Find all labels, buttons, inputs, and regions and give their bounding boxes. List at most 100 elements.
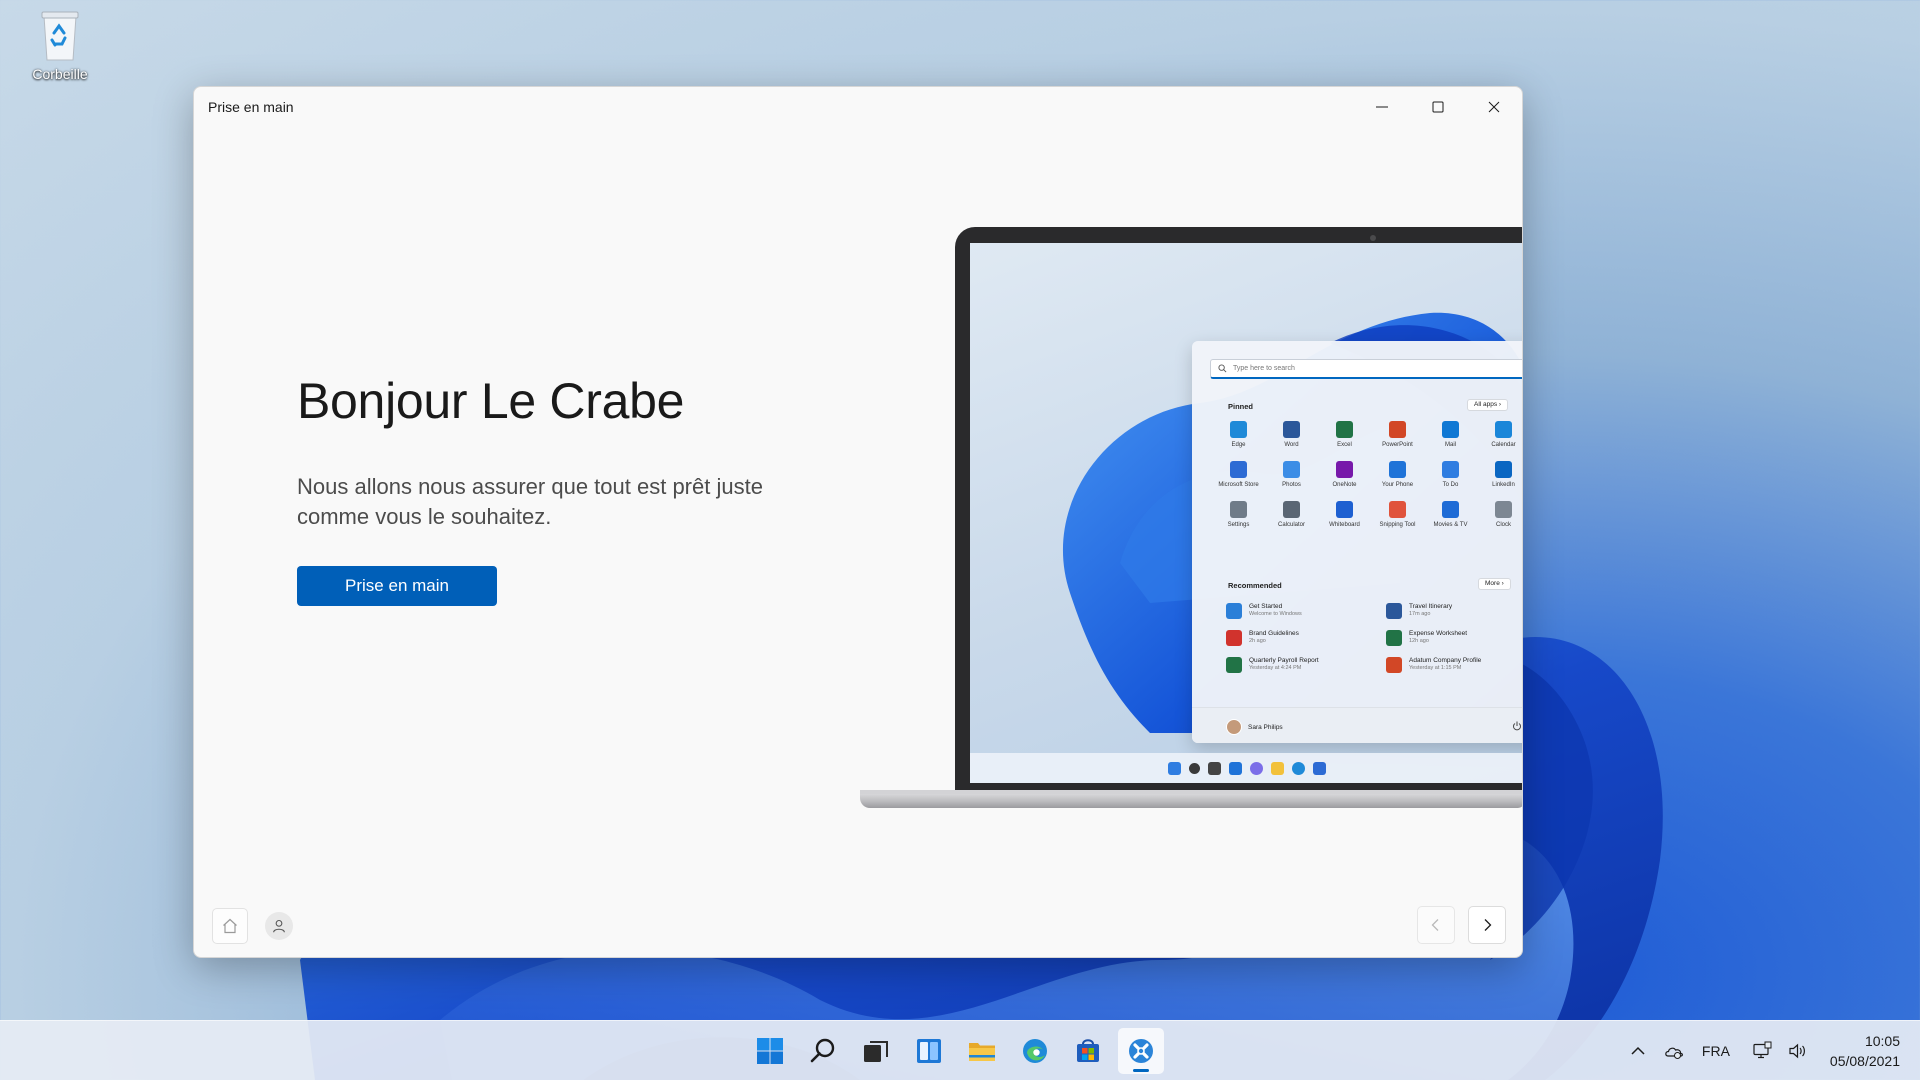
widgets-icon bbox=[917, 1039, 941, 1063]
mock-store-icon bbox=[1313, 761, 1326, 775]
recommended-list: Get Started Welcome to Windows Travel Itin… bbox=[1226, 603, 1522, 673]
widgets-button[interactable] bbox=[906, 1028, 952, 1074]
taskbar-apps bbox=[747, 1028, 1164, 1074]
pinned-heading: Pinned bbox=[1228, 402, 1254, 411]
pinned-app-name: Clock bbox=[1495, 522, 1511, 528]
app-tile-icon bbox=[1389, 501, 1406, 518]
mock-widgets-icon bbox=[1229, 761, 1242, 775]
store-button[interactable] bbox=[1065, 1028, 1111, 1074]
app-tile-icon bbox=[1389, 421, 1406, 438]
pinned-app-name: Settings bbox=[1227, 522, 1250, 528]
chevron-right-icon bbox=[1484, 919, 1492, 931]
mock-user: Sara Philips bbox=[1226, 719, 1283, 735]
app-tile-icon bbox=[1442, 501, 1459, 518]
get-started-button[interactable]: Prise en main bbox=[297, 566, 497, 606]
network-icon bbox=[1753, 1041, 1772, 1059]
file-explorer-button[interactable] bbox=[959, 1028, 1005, 1074]
file-icon bbox=[1386, 603, 1402, 619]
more-chip: More › bbox=[1478, 578, 1511, 590]
mock-chat-icon bbox=[1250, 761, 1263, 775]
pinned-app: Your Phone bbox=[1371, 461, 1424, 488]
minimize-button[interactable] bbox=[1354, 87, 1410, 127]
account-button[interactable] bbox=[261, 908, 297, 944]
app-tile-icon bbox=[1495, 461, 1512, 478]
app-tile-icon bbox=[1495, 421, 1512, 438]
recommended-title: Quarterly Payroll Report bbox=[1249, 657, 1319, 664]
file-icon bbox=[1226, 657, 1242, 673]
avatar bbox=[1226, 719, 1242, 735]
edge-icon bbox=[1023, 1039, 1047, 1063]
recommended-subtitle: 2h ago bbox=[1249, 638, 1266, 644]
recycle-bin-shortcut[interactable]: Corbeille bbox=[18, 8, 102, 82]
previous-button[interactable] bbox=[1417, 906, 1455, 944]
pinned-app: Edge bbox=[1212, 421, 1265, 448]
title-bar[interactable]: Prise en main bbox=[194, 87, 1522, 127]
task-view-button[interactable] bbox=[853, 1028, 899, 1074]
mock-start-icon bbox=[1168, 761, 1181, 775]
start-button[interactable] bbox=[747, 1028, 793, 1074]
mock-folder-icon bbox=[1271, 761, 1284, 775]
mock-search-icon bbox=[1189, 762, 1200, 774]
search-button[interactable] bbox=[800, 1028, 846, 1074]
pinned-app: Clock bbox=[1477, 501, 1522, 528]
pinned-app: Microsoft Store bbox=[1212, 461, 1265, 488]
pinned-app: Mail bbox=[1424, 421, 1477, 448]
account-avatar bbox=[265, 912, 293, 940]
pinned-app-name: Calculator bbox=[1277, 522, 1305, 528]
all-apps-chip: All apps › bbox=[1467, 399, 1509, 411]
pinned-app: Whiteboard bbox=[1318, 501, 1371, 528]
search-icon bbox=[1218, 364, 1227, 373]
app-tile-icon bbox=[1283, 501, 1300, 518]
pinned-app: LinkedIn bbox=[1477, 461, 1522, 488]
mock-edge-icon bbox=[1292, 761, 1305, 775]
app-tile-icon bbox=[1283, 421, 1300, 438]
pinned-app-name: Edge bbox=[1231, 442, 1246, 448]
pinned-app-name: To Do bbox=[1442, 482, 1459, 488]
get-started-window: Prise en main Bonjour Le Crabe Nous allo… bbox=[193, 86, 1523, 958]
get-started-taskbar-button[interactable] bbox=[1118, 1028, 1164, 1074]
pinned-app-name: Whiteboard bbox=[1329, 522, 1360, 528]
network-button[interactable] bbox=[1749, 1038, 1775, 1064]
volume-button[interactable] bbox=[1785, 1038, 1811, 1064]
laptop-base bbox=[860, 790, 1522, 808]
recommended-item: Get Started Welcome to Windows bbox=[1226, 603, 1386, 619]
recommended-item: Adatum Company Profile Yesterday at 1:15 … bbox=[1386, 657, 1522, 673]
recommended-title: Brand Guidelines bbox=[1249, 630, 1299, 637]
home-icon bbox=[223, 918, 237, 934]
pinned-app: Calendar bbox=[1477, 421, 1522, 448]
recommended-subtitle: Welcome to Windows bbox=[1249, 611, 1302, 617]
pinned-app: Photos bbox=[1265, 461, 1318, 488]
laptop-screen: Type here to search Pinned All apps › Ed… bbox=[970, 243, 1522, 783]
show-hidden-icons-button[interactable] bbox=[1625, 1038, 1651, 1064]
get-started-icon bbox=[1129, 1039, 1153, 1063]
onedrive-button[interactable] bbox=[1661, 1038, 1687, 1064]
pinned-app-name: Calendar bbox=[1491, 442, 1516, 448]
maximize-icon bbox=[1432, 101, 1444, 113]
input-language[interactable]: FRA bbox=[1702, 1043, 1730, 1059]
recommended-heading: Recommended bbox=[1228, 581, 1282, 590]
task-view-icon bbox=[864, 1041, 888, 1062]
start-menu-mock: Type here to search Pinned All apps › Ed… bbox=[1192, 341, 1522, 743]
chevron-left-icon bbox=[1431, 919, 1439, 931]
recommended-title: Get Started bbox=[1249, 603, 1283, 610]
next-button[interactable] bbox=[1468, 906, 1506, 944]
mock-taskbar bbox=[970, 753, 1522, 783]
user-icon bbox=[273, 919, 285, 933]
pinned-app: To Do bbox=[1424, 461, 1477, 488]
file-icon bbox=[1226, 603, 1242, 619]
file-icon bbox=[1386, 657, 1402, 673]
close-button[interactable] bbox=[1466, 87, 1522, 127]
edge-button[interactable] bbox=[1012, 1028, 1058, 1074]
clock[interactable]: 10:05 05/08/2021 bbox=[1830, 1031, 1900, 1071]
folder-icon bbox=[969, 1043, 995, 1061]
home-button[interactable] bbox=[212, 908, 248, 944]
maximize-button[interactable] bbox=[1410, 87, 1466, 127]
pinned-app-name: Word bbox=[1284, 442, 1299, 448]
recommended-item: Expense Worksheet 12h ago bbox=[1386, 630, 1522, 646]
pinned-app-name: Mail bbox=[1444, 442, 1456, 448]
active-app-indicator bbox=[1133, 1069, 1149, 1072]
app-tile-icon bbox=[1283, 461, 1300, 478]
app-tile-icon bbox=[1389, 461, 1406, 478]
mock-user-name: Sara Philips bbox=[1248, 723, 1283, 731]
recommended-subtitle: Yesterday at 4:24 PM bbox=[1249, 665, 1302, 671]
